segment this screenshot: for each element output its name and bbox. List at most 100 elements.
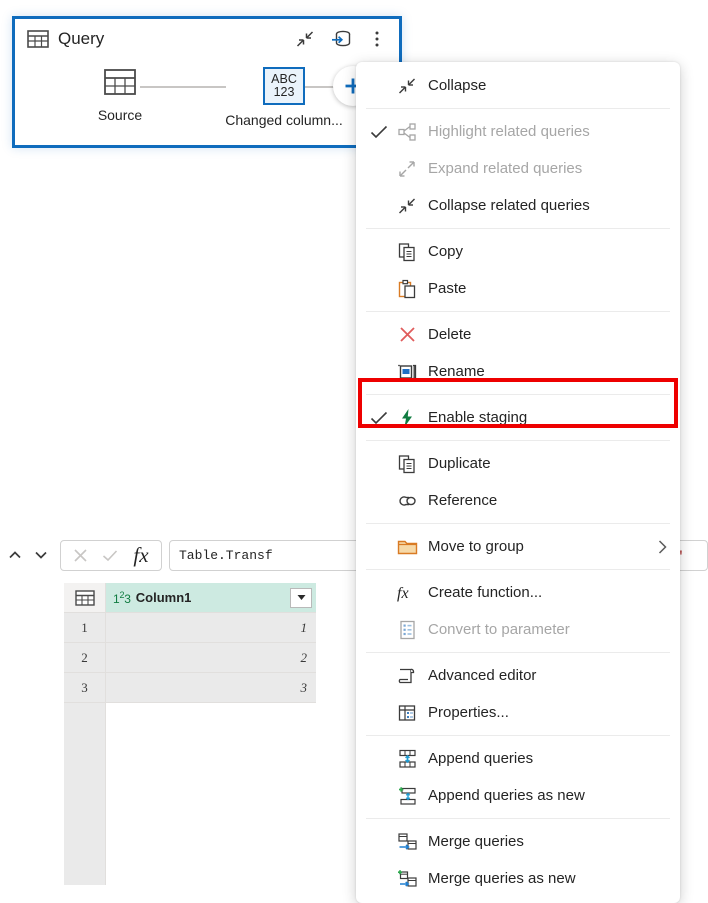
menu-item-label: Copy bbox=[428, 243, 464, 260]
merge-queries-icon bbox=[392, 832, 422, 852]
collapse-icon bbox=[392, 76, 422, 96]
reference-icon bbox=[392, 492, 422, 510]
query-steps-diagram: Source ABC 123 Changed column... bbox=[15, 59, 399, 149]
checkmark-icon bbox=[366, 410, 392, 426]
menu-item-label: Collapse bbox=[428, 77, 487, 94]
expand-icon bbox=[392, 159, 422, 179]
query-diagram-card[interactable]: Query Source ABC 123 Changed column... bbox=[12, 16, 402, 148]
menu-item-label: Append queries bbox=[428, 750, 534, 767]
menu-item-advanced-editor[interactable]: Advanced editor bbox=[356, 657, 680, 694]
menu-item-convert-to-parameter: Convert to parameter bbox=[356, 611, 680, 648]
cell-column1[interactable]: 2 bbox=[106, 643, 316, 673]
abc-123-icon: ABC 123 bbox=[263, 67, 305, 105]
chevron-down-icon[interactable] bbox=[28, 540, 54, 570]
collapse-icon[interactable] bbox=[293, 27, 317, 51]
menu-item-label: Duplicate bbox=[428, 455, 491, 472]
menu-item-collapse-related-queries[interactable]: Collapse related queries bbox=[356, 187, 680, 224]
menu-item-label: Rename bbox=[428, 363, 485, 380]
menu-separator bbox=[366, 523, 670, 524]
select-all-table-icon[interactable] bbox=[64, 583, 106, 613]
menu-item-copy[interactable]: Copy bbox=[356, 233, 680, 270]
duplicate-icon bbox=[392, 454, 422, 474]
menu-item-duplicate[interactable]: Duplicate bbox=[356, 445, 680, 482]
menu-item-properties[interactable]: Properties... bbox=[356, 694, 680, 731]
table-row[interactable]: 3 3 bbox=[64, 673, 316, 703]
menu-item-label: Merge queries as new bbox=[428, 870, 576, 887]
query-card-header: Query bbox=[15, 19, 399, 59]
menu-item-append-queries-as-new[interactable]: Append queries as new bbox=[356, 777, 680, 814]
rename-icon bbox=[392, 363, 422, 381]
menu-separator bbox=[366, 652, 670, 653]
menu-item-label: Move to group bbox=[428, 538, 524, 555]
menu-separator bbox=[366, 394, 670, 395]
chevron-up-icon[interactable] bbox=[2, 540, 28, 570]
row-number: 3 bbox=[64, 673, 106, 703]
menu-separator bbox=[366, 108, 670, 109]
fx-icon[interactable]: fx bbox=[125, 541, 157, 570]
query-step-changed-column[interactable]: ABC 123 Changed column... bbox=[225, 67, 343, 128]
menu-item-create-function[interactable]: fx Create function... bbox=[356, 574, 680, 611]
menu-item-delete[interactable]: Delete bbox=[356, 316, 680, 353]
cell-column1[interactable]: 3 bbox=[106, 673, 316, 703]
query-card-header-actions bbox=[293, 27, 391, 51]
query-step-label: Changed column... bbox=[225, 112, 343, 128]
menu-item-label: Expand related queries bbox=[428, 160, 583, 177]
lightning-bolt-icon bbox=[392, 408, 422, 428]
grid-header-row: 123 Column1 bbox=[64, 583, 316, 613]
highlight-related-icon bbox=[392, 122, 422, 142]
query-step-source[interactable]: Source bbox=[65, 67, 175, 123]
chevron-right-icon bbox=[656, 539, 668, 555]
menu-separator bbox=[366, 440, 670, 441]
menu-item-enable-staging[interactable]: Enable staging bbox=[356, 399, 680, 436]
menu-separator bbox=[366, 311, 670, 312]
fx-icon: fx bbox=[392, 583, 422, 603]
table-icon bbox=[27, 29, 49, 49]
menu-separator bbox=[366, 569, 670, 570]
menu-item-label: Convert to parameter bbox=[428, 621, 570, 638]
delete-icon bbox=[392, 325, 422, 344]
menu-item-move-to-group[interactable]: Move to group bbox=[356, 528, 680, 565]
123-label: 123 bbox=[273, 85, 295, 99]
menu-separator bbox=[366, 818, 670, 819]
table-row[interactable]: 2 2 bbox=[64, 643, 316, 673]
menu-separator bbox=[366, 228, 670, 229]
checkmark-icon bbox=[366, 124, 392, 140]
menu-item-label: Advanced editor bbox=[428, 667, 537, 684]
menu-item-collapse[interactable]: Collapse bbox=[356, 67, 680, 104]
menu-item-rename[interactable]: Rename bbox=[356, 353, 680, 390]
formula-text: Table.Transf bbox=[179, 547, 273, 563]
paste-icon bbox=[392, 279, 422, 299]
properties-icon bbox=[392, 703, 422, 723]
query-context-menu[interactable]: Collapse Highlight related queries Expan… bbox=[356, 62, 680, 903]
append-queries-icon bbox=[392, 749, 422, 769]
table-icon bbox=[103, 67, 137, 100]
cell-column1[interactable]: 1 bbox=[106, 613, 316, 643]
formula-actions-group: fx bbox=[60, 539, 162, 571]
staging-database-icon[interactable] bbox=[329, 27, 353, 51]
menu-item-merge-queries[interactable]: Merge queries bbox=[356, 823, 680, 860]
more-options-icon[interactable] bbox=[365, 27, 389, 51]
menu-item-paste[interactable]: Paste bbox=[356, 270, 680, 307]
menu-item-label: Append queries as new bbox=[428, 787, 585, 804]
copy-icon bbox=[392, 242, 422, 262]
menu-item-highlight-related-queries: Highlight related queries bbox=[356, 113, 680, 150]
number-type-icon: 123 bbox=[113, 589, 131, 606]
row-number: 2 bbox=[64, 643, 106, 673]
column-header-label: Column1 bbox=[135, 590, 192, 605]
parameter-icon bbox=[392, 620, 422, 640]
menu-item-label: Create function... bbox=[428, 584, 543, 601]
menu-item-append-queries[interactable]: Append queries bbox=[356, 740, 680, 777]
filter-dropdown-icon[interactable] bbox=[290, 587, 312, 608]
menu-item-label: Collapse related queries bbox=[428, 197, 590, 214]
table-row[interactable]: 1 1 bbox=[64, 613, 316, 643]
menu-item-expand-related-queries: Expand related queries bbox=[356, 150, 680, 187]
row-number: 1 bbox=[64, 613, 106, 643]
column-header-column1[interactable]: 123 Column1 bbox=[106, 583, 316, 613]
data-preview-grid: 123 Column1 1 1 2 2 3 3 bbox=[64, 583, 316, 703]
confirm-icon[interactable] bbox=[95, 541, 125, 570]
menu-item-label: Paste bbox=[428, 280, 467, 297]
menu-separator bbox=[366, 735, 670, 736]
menu-item-reference[interactable]: Reference bbox=[356, 482, 680, 519]
cancel-icon[interactable] bbox=[65, 541, 95, 570]
menu-item-merge-queries-as-new[interactable]: Merge queries as new bbox=[356, 860, 680, 897]
